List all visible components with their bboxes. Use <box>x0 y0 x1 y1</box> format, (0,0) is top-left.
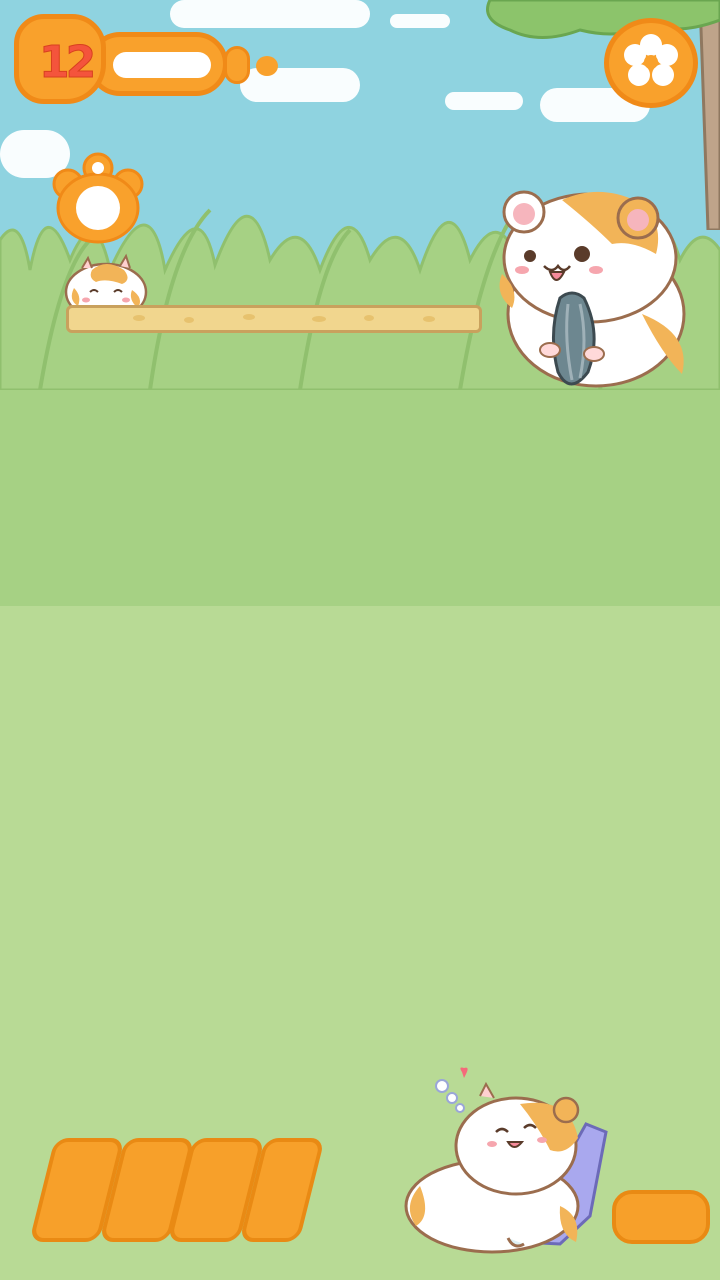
progress-tube-tip <box>224 46 250 84</box>
progress-tube-dot <box>256 56 278 76</box>
paw-button[interactable] <box>48 150 148 246</box>
cloud <box>390 14 450 28</box>
play-area[interactable] <box>0 420 720 1120</box>
sunflower-seed-icon <box>551 291 596 386</box>
level-progress-tube <box>88 32 228 96</box>
game-scene: 12 <box>0 0 720 1280</box>
settings-button[interactable] <box>604 18 698 108</box>
big-hamster-with-seed[interactable] <box>492 184 696 398</box>
cloud <box>240 68 360 102</box>
sleepy-hamster-on-pillow <box>404 1067 608 1254</box>
cloud <box>170 0 370 28</box>
level-progress-fill <box>113 52 211 78</box>
level-badge: 12 <box>14 14 106 104</box>
action-button[interactable] <box>612 1190 710 1244</box>
paw-icon <box>52 152 144 244</box>
wooden-plank[interactable] <box>66 305 482 333</box>
plank-texture <box>133 314 435 323</box>
level-number: 12 <box>38 37 96 89</box>
flower-gear-icon <box>624 34 678 86</box>
